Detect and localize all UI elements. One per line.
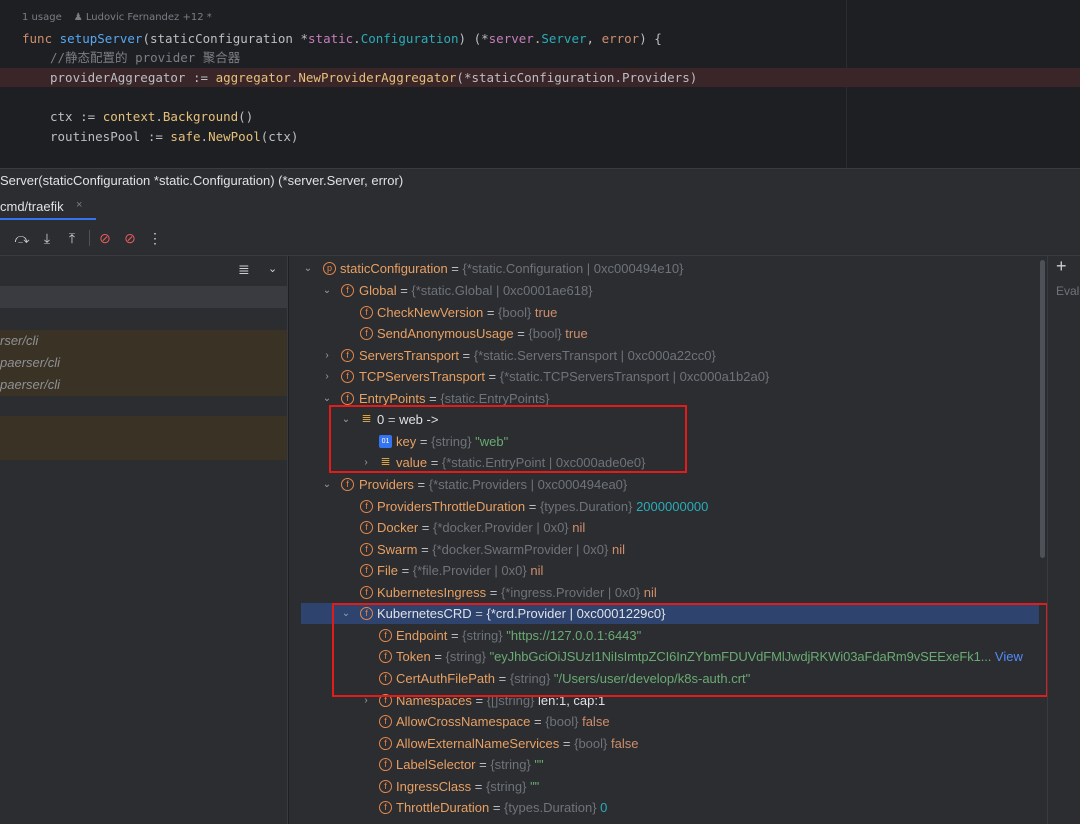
frame-item[interactable]: paerser/cli — [0, 374, 287, 396]
evaluate-input[interactable]: Eval — [1056, 284, 1079, 298]
more-icon[interactable]: ⋮ — [145, 228, 165, 248]
frame-item[interactable] — [0, 416, 287, 438]
field-icon: f — [341, 284, 354, 297]
field-icon: f — [360, 586, 373, 599]
step-into-icon[interactable]: ⤓ — [37, 228, 57, 248]
variable-row-Docker[interactable]: f Docker = {*docker.Provider | 0x0} nil — [289, 517, 1047, 538]
field-icon: f — [360, 327, 373, 340]
field-icon: f — [360, 521, 373, 534]
expand-arrow-icon[interactable]: ⌄ — [321, 280, 333, 301]
variable-row-Providers[interactable]: ⌄ f Providers = {*static.Providers | 0xc… — [289, 474, 1047, 495]
field-icon: f — [360, 500, 373, 513]
expand-arrow-icon[interactable]: ⌄ — [302, 258, 314, 279]
frames-header: ≣ ⌄ — [0, 256, 287, 284]
field-icon: f — [341, 478, 354, 491]
expand-arrow-icon[interactable]: ⌄ — [321, 474, 333, 495]
function-breadcrumb[interactable]: Server(staticConfiguration *static.Confi… — [0, 168, 1080, 192]
step-out-icon[interactable]: ⤒ — [62, 228, 82, 248]
debug-toolbar: ⤼ ⤓ ⤒ ⊘ ⊘ ⋮ — [0, 220, 1080, 256]
variables-tree: ⌄ p staticConfiguration = {*static.Confi… — [289, 256, 1047, 824]
vertical-scrollbar[interactable] — [1040, 260, 1045, 558]
usages-count[interactable]: 1 usage — [22, 12, 62, 23]
field-icon: f — [341, 392, 354, 405]
step-over-icon[interactable]: ⤼ — [12, 228, 32, 248]
variable-row-SendAnonymousUsage[interactable]: f SendAnonymousUsage = {bool} true — [289, 323, 1047, 344]
field-icon: f — [379, 780, 392, 793]
field-icon: f — [379, 801, 392, 814]
variable-row-TCPServersTransport[interactable]: › f TCPServersTransport = {*static.TCPSe… — [289, 366, 1047, 387]
frame-item-selected[interactable] — [0, 286, 287, 308]
field-icon: f — [341, 349, 354, 362]
variable-row-ServersTransport[interactable]: › f ServersTransport = {*static.ServersT… — [289, 345, 1047, 366]
field-icon: f — [379, 737, 392, 750]
variable-row-staticConfiguration[interactable]: ⌄ p staticConfiguration = {*static.Confi… — [289, 258, 1047, 279]
highlight-box-entrypoint — [329, 405, 687, 473]
field-icon: f — [379, 758, 392, 771]
code-line-pool[interactable]: routinesPool := safe.NewPool(ctx) — [50, 127, 298, 146]
collapse-arrow-icon[interactable]: › — [321, 366, 333, 387]
view-breakpoints-icon[interactable]: ⊘ — [95, 228, 115, 248]
toolbar-separator — [89, 230, 90, 246]
breadcrumb-text[interactable]: Server(staticConfiguration *static.Confi… — [0, 173, 403, 188]
frame-item[interactable]: paerser/cli — [0, 352, 287, 374]
frame-item[interactable] — [0, 438, 287, 460]
field-icon: f — [360, 543, 373, 556]
code-line-ctx[interactable]: ctx := context.Background() — [50, 107, 253, 126]
frames-panel: ≣ ⌄ rser/cli paerser/cli paerser/cli — [0, 256, 288, 824]
code-vision-hint[interactable]: 1 usage ♟ Ludovic Fernandez +12 * — [22, 12, 212, 23]
frame-item[interactable]: rser/cli — [0, 330, 287, 352]
code-line-func[interactable]: func setupServer(staticConfiguration *st… — [22, 29, 662, 48]
watches-strip: + Eval — [1047, 256, 1080, 824]
variable-row-File[interactable]: f File = {*file.Provider | 0x0} nil — [289, 560, 1047, 581]
variable-row-KubernetesIngress[interactable]: f KubernetesIngress = {*ingress.Provider… — [289, 582, 1047, 603]
variable-row-AllowCrossNamespace[interactable]: f AllowCrossNamespace = {bool} false — [289, 711, 1047, 732]
variable-row-Global[interactable]: ⌄ f Global = {*static.Global | 0xc0001ae… — [289, 280, 1047, 301]
author-hint[interactable]: ♟ Ludovic Fernandez +12 * — [74, 12, 212, 23]
code-editor[interactable]: 1 usage ♟ Ludovic Fernandez +12 * func se… — [0, 0, 1080, 168]
close-icon[interactable]: × — [76, 199, 82, 211]
variable-row-LabelSelector[interactable]: f LabelSelector = {string} "" — [289, 754, 1047, 775]
code-line-comment[interactable]: //静态配置的 provider 聚合器 — [50, 48, 240, 67]
field-icon: f — [379, 715, 392, 728]
field-icon: f — [341, 370, 354, 383]
collapse-arrow-icon[interactable]: › — [321, 345, 333, 366]
variable-row-ProvidersThrottleDuration[interactable]: f ProvidersThrottleDuration = {types.Dur… — [289, 496, 1047, 517]
tab-label[interactable]: cmd/traefik — [0, 199, 64, 214]
highlight-box-kubernetescrd — [332, 603, 1047, 697]
chevron-down-icon[interactable]: ⌄ — [268, 262, 277, 275]
field-icon: f — [360, 306, 373, 319]
variable-row-IngressClass[interactable]: f IngressClass = {string} "" — [289, 776, 1047, 797]
debug-tab-bar: cmd/traefik × — [0, 192, 1080, 220]
variable-row-Swarm[interactable]: f Swarm = {*docker.SwarmProvider | 0x0} … — [289, 539, 1047, 560]
filter-menu-icon[interactable]: ≣ — [238, 261, 250, 278]
variable-row-AllowExternalNameServices[interactable]: f AllowExternalNameServices = {bool} fal… — [289, 733, 1047, 754]
add-watch-icon[interactable]: + — [1056, 256, 1067, 277]
field-icon: f — [360, 564, 373, 577]
code-line-breakpoint[interactable]: providerAggregator := aggregator.NewProv… — [0, 68, 1080, 87]
param-icon: p — [323, 262, 336, 275]
variable-row-CheckNewVersion[interactable]: f CheckNewVersion = {bool} true — [289, 302, 1047, 323]
mute-breakpoints-icon[interactable]: ⊘ — [120, 228, 140, 248]
variable-row-ThrottleDuration[interactable]: f ThrottleDuration = {types.Duration} 0 — [289, 797, 1047, 818]
tab-cmd-traefik[interactable]: cmd/traefik × — [0, 192, 96, 220]
